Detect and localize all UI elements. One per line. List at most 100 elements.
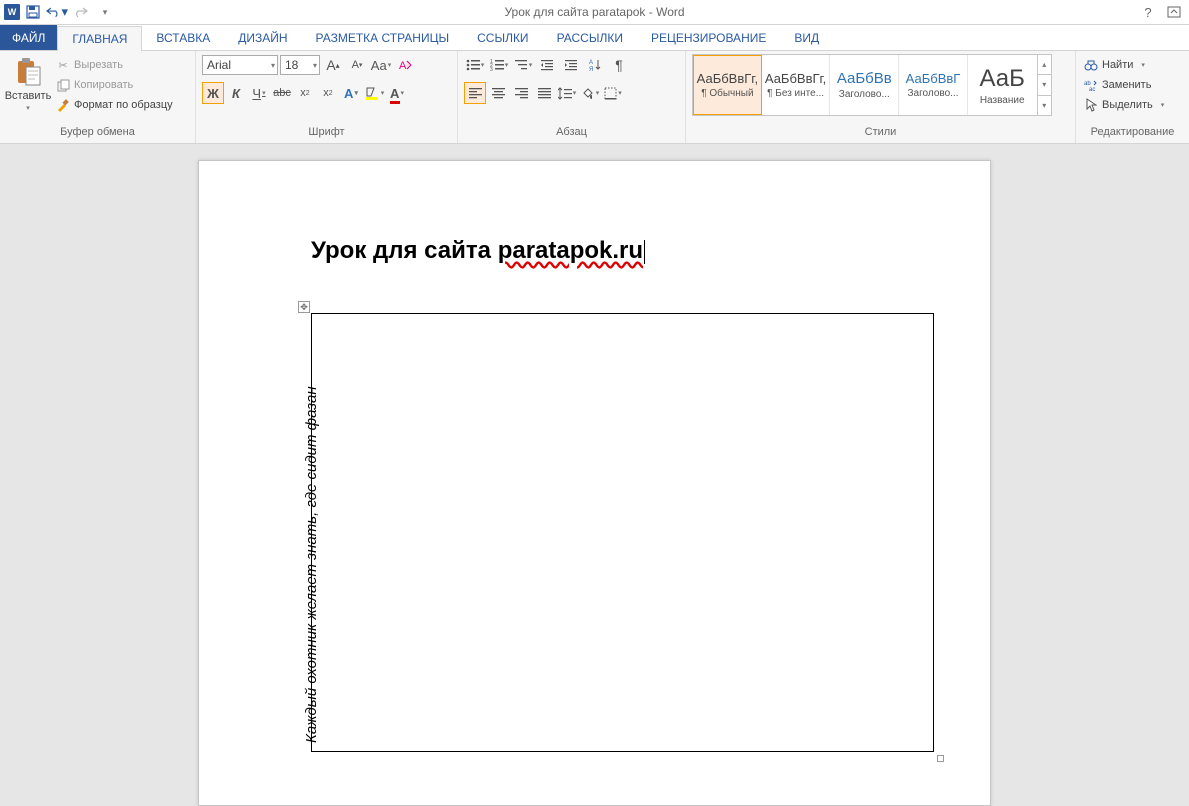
copy-icon bbox=[56, 78, 70, 92]
font-size-combo[interactable]: 18 ▾ bbox=[280, 55, 320, 75]
line-spacing-button[interactable]: ▾ bbox=[556, 82, 578, 104]
find-button[interactable]: Найти ▾ bbox=[1082, 56, 1166, 74]
bold-button[interactable]: Ж bbox=[202, 82, 224, 104]
title-bar: W ▾ ▾ Урок для сайта paratapok - Word ? bbox=[0, 0, 1189, 25]
font-name-combo[interactable]: Arial ▾ bbox=[202, 55, 278, 75]
styles-gallery-scroll[interactable]: ▴ ▾ ▾ bbox=[1037, 55, 1052, 115]
group-editing-label: Редактирование bbox=[1082, 126, 1183, 143]
tab-layout[interactable]: РАЗМЕТКА СТРАНИЦЫ bbox=[302, 25, 464, 50]
tab-references[interactable]: ССЫЛКИ bbox=[463, 25, 542, 50]
window-title: Урок для сайта paratapok - Word bbox=[504, 5, 684, 19]
find-label: Найти bbox=[1102, 59, 1133, 71]
strikethrough-button[interactable]: abc bbox=[271, 82, 293, 104]
align-right-button[interactable] bbox=[510, 82, 532, 104]
group-paragraph-label: Абзац bbox=[464, 126, 679, 143]
tab-review[interactable]: РЕЦЕНЗИРОВАНИЕ bbox=[637, 25, 780, 50]
justify-button[interactable] bbox=[533, 82, 555, 104]
copy-button[interactable]: Копировать bbox=[54, 76, 175, 94]
group-clipboard-label: Буфер обмена bbox=[6, 126, 189, 143]
align-center-button[interactable] bbox=[487, 82, 509, 104]
underline-button[interactable]: Ч▾ bbox=[248, 82, 270, 104]
qat-customize[interactable]: ▾ bbox=[94, 1, 116, 23]
style-heading2[interactable]: АаБбВвГ Заголово... bbox=[899, 55, 968, 115]
change-case-button[interactable]: Aa▾ bbox=[370, 54, 392, 76]
highlight-button[interactable]: ▾ bbox=[363, 82, 385, 104]
subscript-button[interactable]: x2 bbox=[294, 82, 316, 104]
style-normal[interactable]: АаБбВвГг, ¶ Обычный bbox=[693, 55, 762, 115]
show-marks-button[interactable]: ¶ bbox=[608, 54, 630, 76]
style-no-spacing[interactable]: АаБбВвГг, ¶ Без инте... bbox=[762, 55, 831, 115]
shading-button[interactable]: ▾ bbox=[579, 82, 601, 104]
svg-text:ac: ac bbox=[1089, 87, 1095, 91]
table-move-handle[interactable]: ✥ bbox=[298, 301, 310, 313]
select-button[interactable]: Выделить ▾ bbox=[1082, 96, 1166, 114]
group-editing: Найти ▾ abac Заменить Выделить ▾ bbox=[1076, 51, 1189, 143]
svg-text:Я: Я bbox=[589, 67, 593, 72]
save-button[interactable] bbox=[22, 1, 44, 23]
increase-indent-button[interactable] bbox=[560, 54, 582, 76]
numbering-button[interactable]: 123▾ bbox=[488, 54, 510, 76]
decrease-indent-button[interactable] bbox=[536, 54, 558, 76]
styles-gallery[interactable]: АаБбВвГг, ¶ Обычный АаБбВвГг, ¶ Без инте… bbox=[692, 54, 1052, 116]
clear-formatting-button[interactable]: A bbox=[394, 54, 416, 76]
redo-button[interactable] bbox=[70, 1, 92, 23]
replace-button[interactable]: abac Заменить bbox=[1082, 76, 1166, 94]
group-font-label: Шрифт bbox=[202, 126, 451, 143]
style-heading1[interactable]: АаБбВв Заголово... bbox=[830, 55, 899, 115]
ribbon-tabs: ФАЙЛ ГЛАВНАЯ ВСТАВКА ДИЗАЙН РАЗМЕТКА СТР… bbox=[0, 25, 1189, 51]
gallery-more-icon[interactable]: ▾ bbox=[1038, 96, 1052, 115]
paste-button[interactable]: Вставить ▾ bbox=[6, 54, 50, 112]
help-button[interactable]: ? bbox=[1137, 1, 1159, 23]
font-color-button[interactable]: A▾ bbox=[386, 82, 408, 104]
italic-button[interactable]: К bbox=[225, 82, 247, 104]
svg-text:A: A bbox=[589, 60, 593, 66]
borders-button[interactable]: ▾ bbox=[602, 82, 624, 104]
replace-icon: abac bbox=[1084, 78, 1098, 92]
cut-button[interactable]: ✂ Вырезать bbox=[54, 56, 175, 74]
ribbon: Вставить ▾ ✂ Вырезать Копировать bbox=[0, 51, 1189, 144]
tab-view[interactable]: ВИД bbox=[780, 25, 833, 50]
format-painter-label: Формат по образцу bbox=[74, 99, 173, 111]
table-resize-handle[interactable] bbox=[937, 755, 944, 762]
copy-label: Копировать bbox=[74, 79, 133, 91]
undo-button[interactable]: ▾ bbox=[46, 1, 68, 23]
svg-text:A: A bbox=[399, 60, 407, 72]
paste-label: Вставить bbox=[5, 90, 52, 102]
page[interactable]: Урок для сайта paratapok.ru ✥ Каждый охо… bbox=[198, 160, 991, 806]
svg-text:3: 3 bbox=[490, 67, 493, 71]
group-paragraph: ▾ 123▾ ▾ AЯ ¶ ▾ ▾ ▾ Абзац bbox=[458, 51, 686, 143]
tab-mailings[interactable]: РАССЫЛКИ bbox=[543, 25, 637, 50]
table-cell-text[interactable]: Каждый охотник желает знать, где сидит ф… bbox=[303, 386, 320, 743]
tab-insert[interactable]: ВСТАВКА bbox=[142, 25, 224, 50]
select-label: Выделить bbox=[1102, 99, 1153, 111]
gallery-down-icon[interactable]: ▾ bbox=[1038, 75, 1052, 95]
gallery-up-icon[interactable]: ▴ bbox=[1038, 55, 1052, 75]
quick-access-toolbar: W ▾ ▾ bbox=[4, 1, 116, 23]
align-left-button[interactable] bbox=[464, 82, 486, 104]
document-workspace[interactable]: Урок для сайта paratapok.ru ✥ Каждый охо… bbox=[0, 144, 1189, 806]
multilevel-list-button[interactable]: ▾ bbox=[512, 54, 534, 76]
group-clipboard: Вставить ▾ ✂ Вырезать Копировать bbox=[0, 51, 196, 143]
tab-file[interactable]: ФАЙЛ bbox=[0, 25, 57, 50]
tab-design[interactable]: ДИЗАЙН bbox=[224, 25, 301, 50]
grow-font-button[interactable]: A▴ bbox=[322, 54, 344, 76]
style-title[interactable]: АаБ Название bbox=[968, 55, 1037, 115]
format-painter-button[interactable]: Формат по образцу bbox=[54, 96, 175, 114]
group-styles-label: Стили bbox=[692, 126, 1069, 143]
tab-home[interactable]: ГЛАВНАЯ bbox=[57, 26, 142, 51]
word-app-icon[interactable]: W bbox=[4, 4, 20, 20]
shrink-font-button[interactable]: A▾ bbox=[346, 54, 368, 76]
group-styles: АаБбВвГг, ¶ Обычный АаБбВвГг, ¶ Без инте… bbox=[686, 51, 1076, 143]
brush-icon bbox=[56, 98, 70, 112]
table[interactable]: Каждый охотник желает знать, где сидит ф… bbox=[311, 313, 934, 752]
font-size-value: 18 bbox=[285, 58, 298, 72]
ribbon-collapse-button[interactable] bbox=[1163, 1, 1185, 23]
text-effects-button[interactable]: A▾ bbox=[340, 82, 362, 104]
cut-label: Вырезать bbox=[74, 59, 123, 71]
document-heading[interactable]: Урок для сайта paratapok.ru bbox=[311, 237, 884, 265]
bullets-button[interactable]: ▾ bbox=[464, 54, 486, 76]
sort-button[interactable]: AЯ bbox=[584, 54, 606, 76]
replace-label: Заменить bbox=[1102, 79, 1151, 91]
superscript-button[interactable]: x2 bbox=[317, 82, 339, 104]
binoculars-icon bbox=[1084, 58, 1098, 72]
